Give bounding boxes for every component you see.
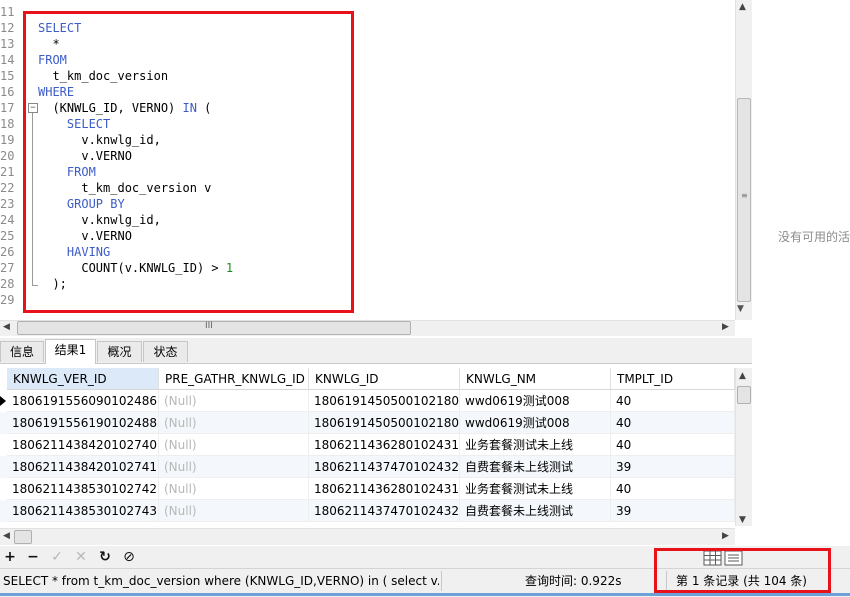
- tab-result1[interactable]: 结果1: [45, 339, 96, 364]
- line-number-gutter: 11 12 13 14 15 16 17 18 19 20 21 22 23 24 25 26 27 28 29: [0, 0, 20, 320]
- add-record-button[interactable]: +: [2, 547, 18, 567]
- table-cell[interactable]: 1806211438420102740: [7, 434, 159, 456]
- line-number: 13: [0, 37, 15, 51]
- line-number: 25: [0, 229, 15, 243]
- line-number: 20: [0, 149, 15, 163]
- table-cell[interactable]: 1806211437470102432: [309, 500, 460, 522]
- line-number: 28: [0, 277, 15, 291]
- tab-status[interactable]: 状态: [143, 341, 188, 362]
- line-number: 18: [0, 117, 15, 131]
- status-separator: [441, 571, 442, 591]
- table-cell[interactable]: 1806211438530102742: [7, 478, 159, 500]
- table-cell[interactable]: (Null): [159, 456, 309, 478]
- table-cell[interactable]: (Null): [159, 500, 309, 522]
- table-cell[interactable]: (Null): [159, 478, 309, 500]
- line-number: 22: [0, 181, 15, 195]
- table-cell[interactable]: 1806211438530102743: [7, 500, 159, 522]
- scroll-up-arrow-icon[interactable]: ▲: [739, 371, 746, 381]
- line-number: 12: [0, 21, 15, 35]
- grid-vertical-scroll-thumb[interactable]: [737, 386, 751, 404]
- table-cell[interactable]: 业务套餐测试未上线: [460, 434, 611, 456]
- status-sql-text: SELECT * from t_km_doc_version where (KN…: [3, 574, 439, 588]
- editor-horizontal-scroll-thumb[interactable]: [17, 321, 411, 335]
- table-cell[interactable]: 40: [611, 478, 735, 500]
- record-count-highlight-annotation: [654, 548, 831, 593]
- grid-horizontal-scrollbar[interactable]: [0, 528, 735, 545]
- stop-button[interactable]: ⊘: [121, 547, 137, 567]
- current-row-indicator-icon: [0, 396, 6, 406]
- table-cell[interactable]: 40: [611, 434, 735, 456]
- table-cell[interactable]: 1806211437470102432: [309, 456, 460, 478]
- column-header-tmplt-id[interactable]: TMPLT_ID: [611, 368, 735, 390]
- table-cell[interactable]: 1806211438420102741: [7, 456, 159, 478]
- line-number: 27: [0, 261, 15, 275]
- table-cell[interactable]: 1806191450500102180: [309, 390, 460, 412]
- delete-record-button[interactable]: −: [25, 547, 41, 567]
- line-number: 21: [0, 165, 15, 179]
- table-cell[interactable]: (Null): [159, 390, 309, 412]
- discard-changes-button[interactable]: ✕: [73, 547, 89, 567]
- line-number: 11: [0, 5, 15, 19]
- scroll-left-arrow-icon[interactable]: ◀: [3, 322, 10, 332]
- table-cell[interactable]: 1806191450500102180: [309, 412, 460, 434]
- table-cell[interactable]: wwd0619测试008: [460, 390, 611, 412]
- table-cell[interactable]: 自费套餐未上线测试: [460, 500, 611, 522]
- table-cell[interactable]: 39: [611, 456, 735, 478]
- line-number: 16: [0, 85, 15, 99]
- table-cell[interactable]: 1806211436280102431: [309, 434, 460, 456]
- column-header-knwlg-nm[interactable]: KNWLG_NM: [460, 368, 611, 390]
- scroll-grip-icon: ≡: [741, 191, 748, 200]
- table-cell[interactable]: 39: [611, 500, 735, 522]
- apply-changes-button[interactable]: ✓: [49, 547, 65, 567]
- table-cell[interactable]: 1806191556090102486: [7, 390, 159, 412]
- status-query-time: 查询时间: 0.922s: [525, 574, 622, 588]
- scroll-left-arrow-icon[interactable]: ◀: [3, 531, 10, 541]
- table-cell[interactable]: 40: [611, 390, 735, 412]
- line-number: 15: [0, 69, 15, 83]
- column-header-knwlg-ver-id[interactable]: KNWLG_VER_ID: [7, 368, 159, 390]
- table-cell[interactable]: (Null): [159, 434, 309, 456]
- refresh-button[interactable]: ↻: [97, 547, 113, 567]
- table-cell[interactable]: 1806191556190102488: [7, 412, 159, 434]
- table-cell[interactable]: 业务套餐测试未上线: [460, 478, 611, 500]
- line-number: 14: [0, 53, 15, 67]
- scroll-grip-icon: III: [205, 321, 213, 331]
- info-side-panel: [752, 0, 850, 570]
- scroll-right-arrow-icon[interactable]: ▶: [722, 322, 729, 332]
- line-number: 26: [0, 245, 15, 259]
- line-number: 23: [0, 197, 15, 211]
- scroll-right-arrow-icon[interactable]: ▶: [722, 531, 729, 541]
- line-number: 24: [0, 213, 15, 227]
- line-number: 19: [0, 133, 15, 147]
- sql-highlight-annotation: [23, 11, 354, 313]
- scroll-up-arrow-icon[interactable]: ▲: [739, 2, 746, 12]
- table-cell[interactable]: 40: [611, 412, 735, 434]
- tab-overview[interactable]: 概况: [97, 341, 142, 362]
- line-number: 17: [0, 101, 15, 115]
- grid-horizontal-scroll-thumb[interactable]: [14, 530, 32, 544]
- editor-vertical-scroll-thumb[interactable]: [737, 98, 751, 302]
- table-cell[interactable]: wwd0619测试008: [460, 412, 611, 434]
- tab-info[interactable]: 信息: [0, 341, 44, 362]
- line-number: 29: [0, 293, 15, 307]
- table-cell[interactable]: 自费套餐未上线测试: [460, 456, 611, 478]
- column-header-knwlg-id[interactable]: KNWLG_ID: [309, 368, 460, 390]
- scroll-down-arrow-icon[interactable]: ▼: [737, 304, 744, 314]
- side-panel-empty-hint: 没有可用的活: [778, 230, 850, 244]
- table-cell[interactable]: (Null): [159, 412, 309, 434]
- scroll-down-arrow-icon[interactable]: ▼: [739, 515, 746, 525]
- table-cell[interactable]: 1806211436280102431: [309, 478, 460, 500]
- column-header-pre-gathr-knwlg-id[interactable]: PRE_GATHR_KNWLG_ID: [159, 368, 309, 390]
